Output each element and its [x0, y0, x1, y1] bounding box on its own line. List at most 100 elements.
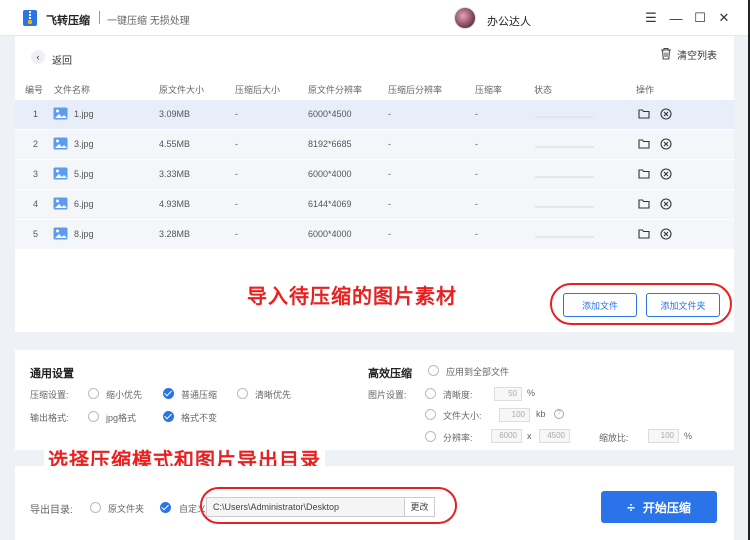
start-compress-button[interactable]: ÷ 开始压缩 [601, 491, 717, 523]
open-folder-icon[interactable] [638, 108, 650, 119]
row-compress-rate: - [475, 139, 478, 149]
minimize-button[interactable]: — [666, 8, 686, 28]
export-source-radio[interactable] [90, 502, 101, 513]
clear-list-button[interactable]: 清空列表 [677, 47, 717, 62]
scale-input[interactable]: 100 [648, 429, 679, 443]
row-original-size: 3.33MB [159, 169, 191, 179]
back-button[interactable]: 返回 [52, 52, 72, 67]
resolution-width-input[interactable]: 6000 [491, 429, 522, 443]
compress-normal-label[interactable]: 普通压缩 [181, 388, 217, 401]
image-file-icon [53, 197, 68, 210]
open-folder-icon[interactable] [638, 168, 650, 179]
compress-small-radio[interactable] [88, 388, 99, 399]
export-source-label[interactable]: 原文件夹 [108, 502, 144, 515]
open-folder-icon[interactable] [638, 138, 650, 149]
resolution-label[interactable]: 分辨率: [443, 431, 473, 444]
resolution-times: x [527, 431, 532, 441]
add-buttons-highlight [550, 283, 732, 325]
remove-file-icon[interactable] [660, 138, 672, 150]
filesize-unit: kb [536, 409, 546, 419]
row-file-name: 6.jpg [74, 199, 94, 209]
apply-all-label[interactable]: 应用到全部文件 [446, 365, 509, 378]
row-compressed-resolution: - [388, 139, 391, 149]
row-original-resolution: 6000*4000 [308, 169, 352, 179]
compress-clear-radio[interactable] [237, 388, 248, 399]
open-folder-icon[interactable] [638, 228, 650, 239]
output-format-label: 输出格式: [30, 413, 69, 423]
row-compress-rate: - [475, 229, 478, 239]
remove-file-icon[interactable] [660, 168, 672, 180]
image-file-icon [53, 227, 68, 240]
image-file-icon [53, 107, 68, 120]
compress-normal-radio[interactable] [163, 388, 174, 399]
table-row[interactable]: 2 3.jpg 4.55MB - 8192*6685 - - [15, 130, 734, 159]
table-row[interactable]: 4 6.jpg 4.93MB - 6144*4069 - - [15, 190, 734, 219]
remove-file-icon[interactable] [660, 198, 672, 210]
apply-all-checkbox[interactable] [428, 365, 439, 376]
export-custom-radio[interactable] [160, 502, 171, 513]
col-header-status: 状态 [534, 85, 553, 95]
col-header-rate: 压缩率 [475, 85, 503, 95]
col-header-name: 文件名称 [54, 85, 91, 95]
row-original-resolution: 6000*4500 [308, 109, 352, 119]
clarity-radio[interactable] [425, 388, 436, 399]
row-original-resolution: 8192*6685 [308, 139, 352, 149]
help-icon[interactable]: ? [554, 409, 564, 419]
filesize-label[interactable]: 文件大小: [443, 409, 482, 422]
remove-file-icon[interactable] [660, 228, 672, 240]
image-file-icon [53, 167, 68, 180]
avatar[interactable] [454, 7, 476, 29]
general-settings-title: 通用设置 [30, 368, 74, 380]
col-header-after-size: 压缩后大小 [235, 85, 281, 95]
trash-icon[interactable] [660, 47, 672, 60]
filesize-input[interactable]: 100 [499, 408, 530, 422]
col-header-actions: 操作 [636, 85, 655, 95]
col-header-after-resolution: 压缩后分辨率 [388, 85, 443, 95]
table-row[interactable]: 5 8.jpg 3.28MB - 6000*4000 - - [15, 220, 734, 249]
row-compressed-resolution: - [388, 199, 391, 209]
jpg-format-radio[interactable] [88, 411, 99, 422]
compress-clear-label[interactable]: 清晰优先 [255, 388, 291, 401]
clarity-label[interactable]: 清晰度: [443, 388, 473, 401]
menu-icon[interactable]: ☰ [641, 8, 661, 28]
jpg-format-label[interactable]: jpg格式 [106, 411, 136, 424]
app-name: 飞转压缩 [46, 15, 90, 27]
row-file-name: 8.jpg [74, 229, 94, 239]
maximize-button[interactable]: ☐ [690, 8, 710, 28]
resolution-height-input[interactable]: 4500 [539, 429, 570, 443]
row-number: 2 [33, 139, 39, 149]
row-compressed-size: - [235, 229, 238, 239]
row-compressed-size: - [235, 169, 238, 179]
row-original-size: 3.28MB [159, 229, 191, 239]
app-logo-icon [23, 10, 37, 26]
keep-format-radio[interactable] [163, 411, 174, 422]
filesize-radio[interactable] [425, 409, 436, 420]
close-button[interactable]: ✕ [714, 8, 734, 28]
col-header-size: 原文件大小 [159, 85, 205, 95]
title-separator [99, 11, 100, 24]
back-icon[interactable]: ‹ [31, 50, 45, 64]
table-row[interactable]: 3 5.jpg 3.33MB - 6000*4000 - - [15, 160, 734, 189]
row-original-size: 4.55MB [159, 139, 191, 149]
row-compressed-resolution: - [388, 109, 391, 119]
user-name[interactable]: 办公达人 [487, 13, 531, 29]
row-file-name: 5.jpg [74, 169, 94, 179]
resolution-radio[interactable] [425, 431, 436, 442]
row-compress-rate: - [475, 199, 478, 209]
scale-unit: % [684, 431, 693, 441]
scale-label: 缩放比: [599, 433, 629, 443]
row-original-size: 4.93MB [159, 199, 191, 209]
col-header-resolution: 原文件分辨率 [308, 85, 363, 95]
settings-panel: 通用设置 压缩设置: 缩小优先 普通压缩 清晰优先 输出格式: jpg格式 格式… [15, 350, 734, 450]
row-original-resolution: 6000*4000 [308, 229, 352, 239]
table-row[interactable]: 1 1.jpg 3.09MB - 6000*4500 - - [15, 100, 734, 129]
clarity-unit: % [527, 388, 536, 398]
row-compress-rate: - [475, 109, 478, 119]
row-compressed-size: - [235, 109, 238, 119]
export-dir-label: 导出目录: [30, 505, 73, 516]
remove-file-icon[interactable] [660, 108, 672, 120]
keep-format-label[interactable]: 格式不变 [181, 411, 217, 424]
open-folder-icon[interactable] [638, 198, 650, 209]
compress-small-label[interactable]: 缩小优先 [106, 388, 142, 401]
clarity-input[interactable]: 50 [494, 387, 522, 401]
